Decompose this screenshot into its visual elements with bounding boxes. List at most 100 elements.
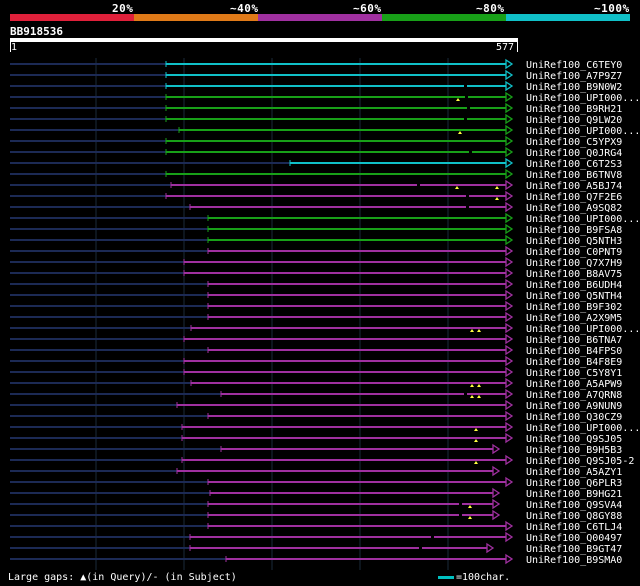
- hit-row[interactable]: UniRef100_C5Y8Y1: [10, 366, 622, 379]
- hit-label[interactable]: UniRef100_A7QRN8: [526, 390, 622, 401]
- hit-row[interactable]: UniRef100_B9FSA8: [10, 223, 622, 236]
- hit-label[interactable]: UniRef100_Q9SVA4: [526, 500, 622, 511]
- hit-row[interactable]: UniRef100_Q8GY88: [10, 509, 622, 522]
- hit-label[interactable]: UniRef100_UPI000...: [526, 126, 640, 137]
- hit-label[interactable]: UniRef100_Q9SJ05: [526, 434, 622, 445]
- hit-label[interactable]: UniRef100_C0PNT9: [526, 247, 622, 258]
- hit-row[interactable]: UniRef100_B9F302: [10, 300, 622, 313]
- hit-row[interactable]: UniRef100_Q6PLR3: [10, 476, 622, 489]
- hit-label[interactable]: UniRef100_C5YPX9: [526, 137, 622, 148]
- hit-label[interactable]: UniRef100_A5AZY1: [526, 467, 622, 478]
- hit-row[interactable]: UniRef100_Q00497: [10, 531, 622, 544]
- arrow-head-icon: [492, 465, 501, 477]
- subject-gap-mark: [417, 184, 420, 186]
- arrow-head-icon: [505, 311, 514, 323]
- hit-row[interactable]: UniRef100_UPI000...: [10, 322, 640, 335]
- hit-label[interactable]: UniRef100_B6TNV8: [526, 170, 622, 181]
- hit-label[interactable]: UniRef100_Q9SJ05-2: [526, 456, 634, 467]
- hit-row[interactable]: UniRef100_Q30CZ9: [10, 410, 622, 423]
- hit-label[interactable]: UniRef100_B9H5B3: [526, 445, 622, 456]
- hit-row[interactable]: UniRef100_A2X9M5: [10, 311, 622, 324]
- hit-row[interactable]: UniRef100_Q5NTH4: [10, 289, 622, 302]
- hit-row[interactable]: UniRef100_Q7X7H9: [10, 256, 622, 269]
- arrow-head-icon: [505, 454, 514, 466]
- hit-label[interactable]: UniRef100_A9SQ82: [526, 203, 622, 214]
- hit-label[interactable]: UniRef100_B9GT47: [526, 544, 622, 555]
- hit-row[interactable]: UniRef100_B9RH21: [10, 102, 622, 115]
- hit-row[interactable]: UniRef100_A9NUN9: [10, 399, 622, 412]
- hit-label[interactable]: UniRef100_C6TEY0: [526, 60, 622, 71]
- hit-label[interactable]: UniRef100_B9N0W2: [526, 82, 622, 93]
- hit-row[interactable]: UniRef100_B9N0W2: [10, 80, 622, 93]
- hit-row[interactable]: UniRef100_C5YPX9: [10, 135, 622, 148]
- hit-row[interactable]: UniRef100_B8AV75: [10, 267, 622, 280]
- query-gap-triangle-icon: [474, 428, 478, 431]
- hit-row[interactable]: UniRef100_B6TNA7: [10, 333, 622, 346]
- hit-label[interactable]: UniRef100_Q7X7H9: [526, 258, 622, 269]
- hit-row[interactable]: UniRef100_C0PNT9: [10, 245, 622, 258]
- hit-row[interactable]: UniRef100_A9SQ82: [10, 201, 622, 214]
- hit-label[interactable]: UniRef100_Q5NTH3: [526, 236, 622, 247]
- hit-label[interactable]: UniRef100_UPI000...: [526, 423, 640, 434]
- hit-row[interactable]: UniRef100_A5BJ74: [10, 179, 622, 192]
- hit-label[interactable]: UniRef100_A2X9M5: [526, 313, 622, 324]
- hit-row[interactable]: UniRef100_A5APW9: [10, 377, 622, 390]
- hit-label[interactable]: UniRef100_Q30CZ9: [526, 412, 622, 423]
- hit-row[interactable]: UniRef100_Q9SJ05-2: [10, 454, 634, 467]
- hit-label[interactable]: UniRef100_UPI000...: [526, 93, 640, 104]
- hit-row[interactable]: UniRef100_C6T2S3: [10, 157, 622, 170]
- hit-label[interactable]: UniRef100_Q00497: [526, 533, 622, 544]
- hit-label[interactable]: UniRef100_B9HG21: [526, 489, 622, 500]
- hit-label[interactable]: UniRef100_A7P9Z7: [526, 71, 622, 82]
- hit-row[interactable]: UniRef100_B9GT47: [10, 542, 622, 555]
- hit-label[interactable]: UniRef100_B4F8E9: [526, 357, 622, 368]
- hit-label[interactable]: UniRef100_B9FSA8: [526, 225, 622, 236]
- hit-label[interactable]: UniRef100_Q0JRG4: [526, 148, 622, 159]
- hit-row[interactable]: UniRef100_UPI000...: [10, 212, 640, 225]
- hit-row[interactable]: UniRef100_B6UDH4: [10, 278, 622, 291]
- hit-label[interactable]: UniRef100_UPI000...: [526, 324, 640, 335]
- arrow-head-icon: [505, 531, 514, 543]
- hit-row[interactable]: UniRef100_B9HG21: [10, 487, 622, 500]
- hit-label[interactable]: UniRef100_Q6PLR3: [526, 478, 622, 489]
- hit-label[interactable]: UniRef100_UPI000...: [526, 214, 640, 225]
- hit-row[interactable]: UniRef100_Q5NTH3: [10, 234, 622, 247]
- hit-label[interactable]: UniRef100_A5BJ74: [526, 181, 622, 192]
- hit-label[interactable]: UniRef100_B9SMA0: [526, 555, 622, 566]
- hit-label[interactable]: UniRef100_B4FPS0: [526, 346, 622, 357]
- hit-label[interactable]: UniRef100_C6TLJ4: [526, 522, 622, 533]
- hit-label[interactable]: UniRef100_C5Y8Y1: [526, 368, 622, 379]
- hit-row[interactable]: UniRef100_A7P9Z7: [10, 69, 622, 82]
- hit-row[interactable]: UniRef100_UPI000...: [10, 421, 640, 434]
- hit-label[interactable]: UniRef100_A9NUN9: [526, 401, 622, 412]
- hit-label[interactable]: UniRef100_B8AV75: [526, 269, 622, 280]
- hit-row[interactable]: UniRef100_A5AZY1: [10, 465, 622, 478]
- hit-label[interactable]: UniRef100_B9RH21: [526, 104, 622, 115]
- hit-row[interactable]: UniRef100_B6TNV8: [10, 168, 622, 181]
- hit-label[interactable]: UniRef100_Q8GY88: [526, 511, 622, 522]
- hit-label[interactable]: UniRef100_B6TNA7: [526, 335, 622, 346]
- hit-row[interactable]: UniRef100_Q0JRG4: [10, 146, 622, 159]
- hit-label[interactable]: UniRef100_B9F302: [526, 302, 622, 313]
- hit-row[interactable]: UniRef100_B9H5B3: [10, 443, 622, 456]
- hit-row[interactable]: UniRef100_UPI000...: [10, 124, 640, 137]
- arrow-head-icon: [505, 135, 514, 147]
- hit-row[interactable]: UniRef100_A7QRN8: [10, 388, 622, 401]
- hit-label[interactable]: UniRef100_Q5NTH4: [526, 291, 622, 302]
- hit-row[interactable]: UniRef100_C6TLJ4: [10, 520, 622, 533]
- hit-label[interactable]: UniRef100_C6T2S3: [526, 159, 622, 170]
- subject-gap-mark: [466, 206, 469, 208]
- hit-label[interactable]: UniRef100_Q7F2E6: [526, 192, 622, 203]
- hit-row[interactable]: UniRef100_Q7F2E6: [10, 190, 622, 203]
- hit-row[interactable]: UniRef100_UPI000...: [10, 91, 640, 104]
- hit-label[interactable]: UniRef100_A5APW9: [526, 379, 622, 390]
- hit-row[interactable]: UniRef100_B4F8E9: [10, 355, 622, 368]
- hit-row[interactable]: UniRef100_Q9SVA4: [10, 498, 622, 511]
- hit-row[interactable]: UniRef100_Q9LW20: [10, 113, 622, 126]
- hit-row[interactable]: UniRef100_Q9SJ05: [10, 432, 622, 445]
- hit-label[interactable]: UniRef100_B6UDH4: [526, 280, 622, 291]
- hit-row[interactable]: UniRef100_B4FPS0: [10, 344, 622, 357]
- hit-row[interactable]: UniRef100_B9SMA0: [10, 553, 622, 566]
- hit-row[interactable]: UniRef100_C6TEY0: [10, 58, 622, 71]
- hit-label[interactable]: UniRef100_Q9LW20: [526, 115, 622, 126]
